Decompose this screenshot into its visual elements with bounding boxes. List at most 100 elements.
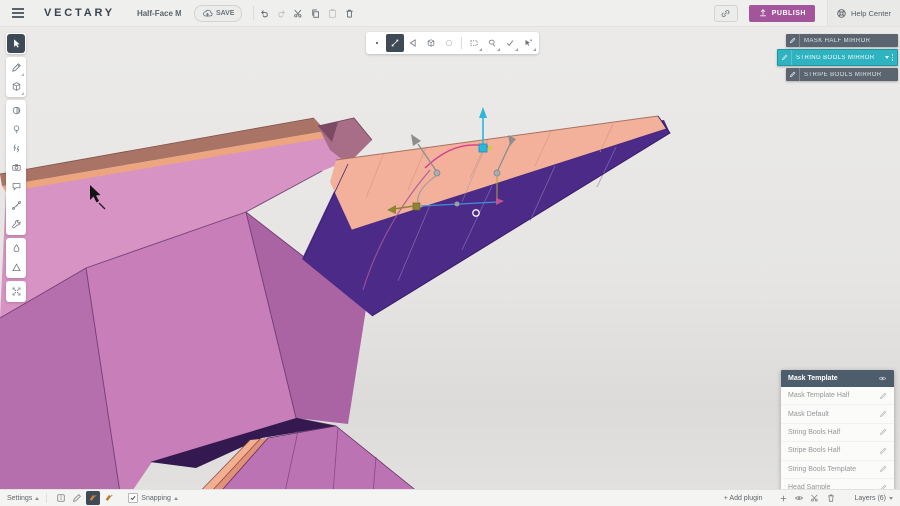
app-logo: VECTARY (44, 7, 115, 19)
gizmo-handle-sphere[interactable] (494, 170, 500, 176)
layer-label: String Bools Half (788, 429, 840, 436)
divider (253, 6, 254, 20)
pencil-icon[interactable] (879, 410, 887, 418)
help-label: Help Center (851, 9, 891, 18)
delete-icon[interactable] (342, 5, 356, 21)
upload-icon (758, 8, 768, 18)
left-toolbar (6, 33, 26, 302)
pencil-icon[interactable] (789, 71, 796, 78)
badge-stripe-bools-mirror[interactable]: STRIPE BOOLS MIRROR (786, 68, 898, 81)
top-bar: VECTARY Half-Face M... SAVE (0, 0, 900, 27)
info-icon[interactable] (54, 491, 68, 505)
edge-mode-button[interactable] (386, 34, 404, 52)
tools-wrench-button[interactable] (7, 215, 25, 234)
gizmo-handle-cyan[interactable] (479, 144, 487, 152)
copy-icon[interactable] (308, 5, 322, 21)
redo-icon[interactable] (274, 5, 288, 21)
undo-icon[interactable] (257, 5, 271, 21)
snapping-checkbox[interactable] (128, 493, 138, 503)
layer-label: String Bools Template (788, 466, 856, 473)
gizmo-handle-sphere[interactable] (455, 202, 460, 207)
topbar-right: PUBLISH Help Center (714, 0, 900, 26)
pencil-icon[interactable] (879, 428, 887, 436)
cut-icon[interactable] (291, 5, 305, 21)
settings-dropdown[interactable]: Settings (7, 495, 39, 502)
gizmo-handle-olive[interactable] (413, 203, 420, 210)
help-icon (836, 8, 847, 19)
chevron-up-icon (35, 497, 39, 500)
paste-icon[interactable] (325, 5, 339, 21)
brush-display-icon-active[interactable] (86, 491, 100, 505)
badge-mask-half-mirror[interactable]: MASK HALF MIRROR (786, 34, 898, 47)
layer-row[interactable]: String Bools Half (781, 424, 894, 442)
layer-row[interactable]: String Bools Template (781, 461, 894, 479)
visibility-eye-icon[interactable] (878, 374, 887, 383)
layer-label: Mask Template Half (788, 392, 849, 399)
settings-label: Settings (7, 495, 32, 502)
selection-badges: MASK HALF MIRROR STRING BOOLS MIRROR STR… (777, 34, 898, 81)
panel-title: Mask Template (788, 375, 838, 382)
layer-row[interactable]: Stripe Bools Half (781, 442, 894, 460)
add-icon[interactable] (776, 491, 790, 505)
face-mode-button[interactable] (404, 34, 422, 52)
layers-label: Layers (6) (854, 495, 886, 502)
share-link-icon[interactable] (714, 5, 738, 22)
measure-button[interactable] (7, 196, 25, 215)
badge-string-bools-mirror[interactable]: STRING BOOLS MIRROR (777, 49, 898, 66)
pen-display-icon[interactable] (70, 491, 84, 505)
divider (46, 493, 47, 503)
vertex-mode-button[interactable] (368, 34, 386, 52)
pencil-icon[interactable] (879, 447, 887, 455)
gizmo-handle-yellow[interactable] (488, 146, 492, 150)
layer-label: Mask Default (788, 411, 829, 418)
fit-view-button[interactable] (7, 282, 25, 301)
comment-button[interactable] (7, 177, 25, 196)
select-tool-button[interactable] (7, 34, 25, 53)
help-center-button[interactable]: Help Center (827, 0, 900, 26)
droplet-button[interactable] (7, 239, 25, 258)
lasso-select-button[interactable] (483, 34, 501, 52)
lighting-button[interactable] (7, 120, 25, 139)
gizmo-handle-sphere[interactable] (434, 170, 440, 176)
pen-tool-button[interactable] (7, 58, 25, 77)
chevron-down-icon[interactable] (885, 56, 889, 59)
chevron-down-icon (889, 497, 893, 500)
snap-cursor-button[interactable] (519, 34, 537, 52)
snapping-toggle[interactable]: Snapping (128, 493, 178, 503)
chevron-up-icon (174, 497, 178, 500)
layer-row[interactable]: Mask Template Half (781, 387, 894, 405)
project-title[interactable]: Half-Face M... (137, 9, 181, 18)
publish-button[interactable]: PUBLISH (749, 5, 815, 22)
badge-label: STRIPE BOOLS MIRROR (800, 72, 898, 78)
save-label: SAVE (216, 10, 235, 17)
pencil-icon[interactable] (879, 392, 887, 400)
add-object-button[interactable] (7, 77, 25, 96)
publish-label: PUBLISH (772, 10, 806, 17)
divider (461, 37, 462, 49)
add-plugin-button[interactable]: + Add plugin (724, 495, 763, 502)
trash-icon[interactable] (824, 491, 838, 505)
layer-row[interactable]: Mask Default (781, 405, 894, 423)
badge-label: MASK HALF MIRROR (800, 38, 898, 44)
paint-select-button[interactable] (501, 34, 519, 52)
save-button[interactable]: SAVE (194, 5, 243, 22)
primitive-button[interactable] (7, 258, 25, 277)
visibility-icon[interactable] (792, 491, 806, 505)
layers-panel-header[interactable]: Mask Template (781, 370, 894, 387)
bottom-bar: Settings Snapping + Add plugin (0, 489, 900, 506)
menu-icon[interactable] (8, 5, 28, 21)
pencil-icon[interactable] (781, 54, 788, 61)
camera-button[interactable] (7, 158, 25, 177)
cut-icon[interactable] (808, 491, 822, 505)
sphere-mode-button[interactable] (440, 34, 458, 52)
pencil-icon[interactable] (789, 37, 796, 44)
brush-display-icon[interactable] (102, 491, 116, 505)
more-options-icon[interactable] (892, 54, 893, 60)
layers-dropdown[interactable]: Layers (6) (854, 495, 893, 502)
3d-viewport[interactable] (0, 0, 900, 506)
object-mode-button[interactable] (422, 34, 440, 52)
pencil-icon[interactable] (879, 465, 887, 473)
marquee-select-button[interactable] (465, 34, 483, 52)
effects-button[interactable] (7, 139, 25, 158)
materials-button[interactable] (7, 101, 25, 120)
